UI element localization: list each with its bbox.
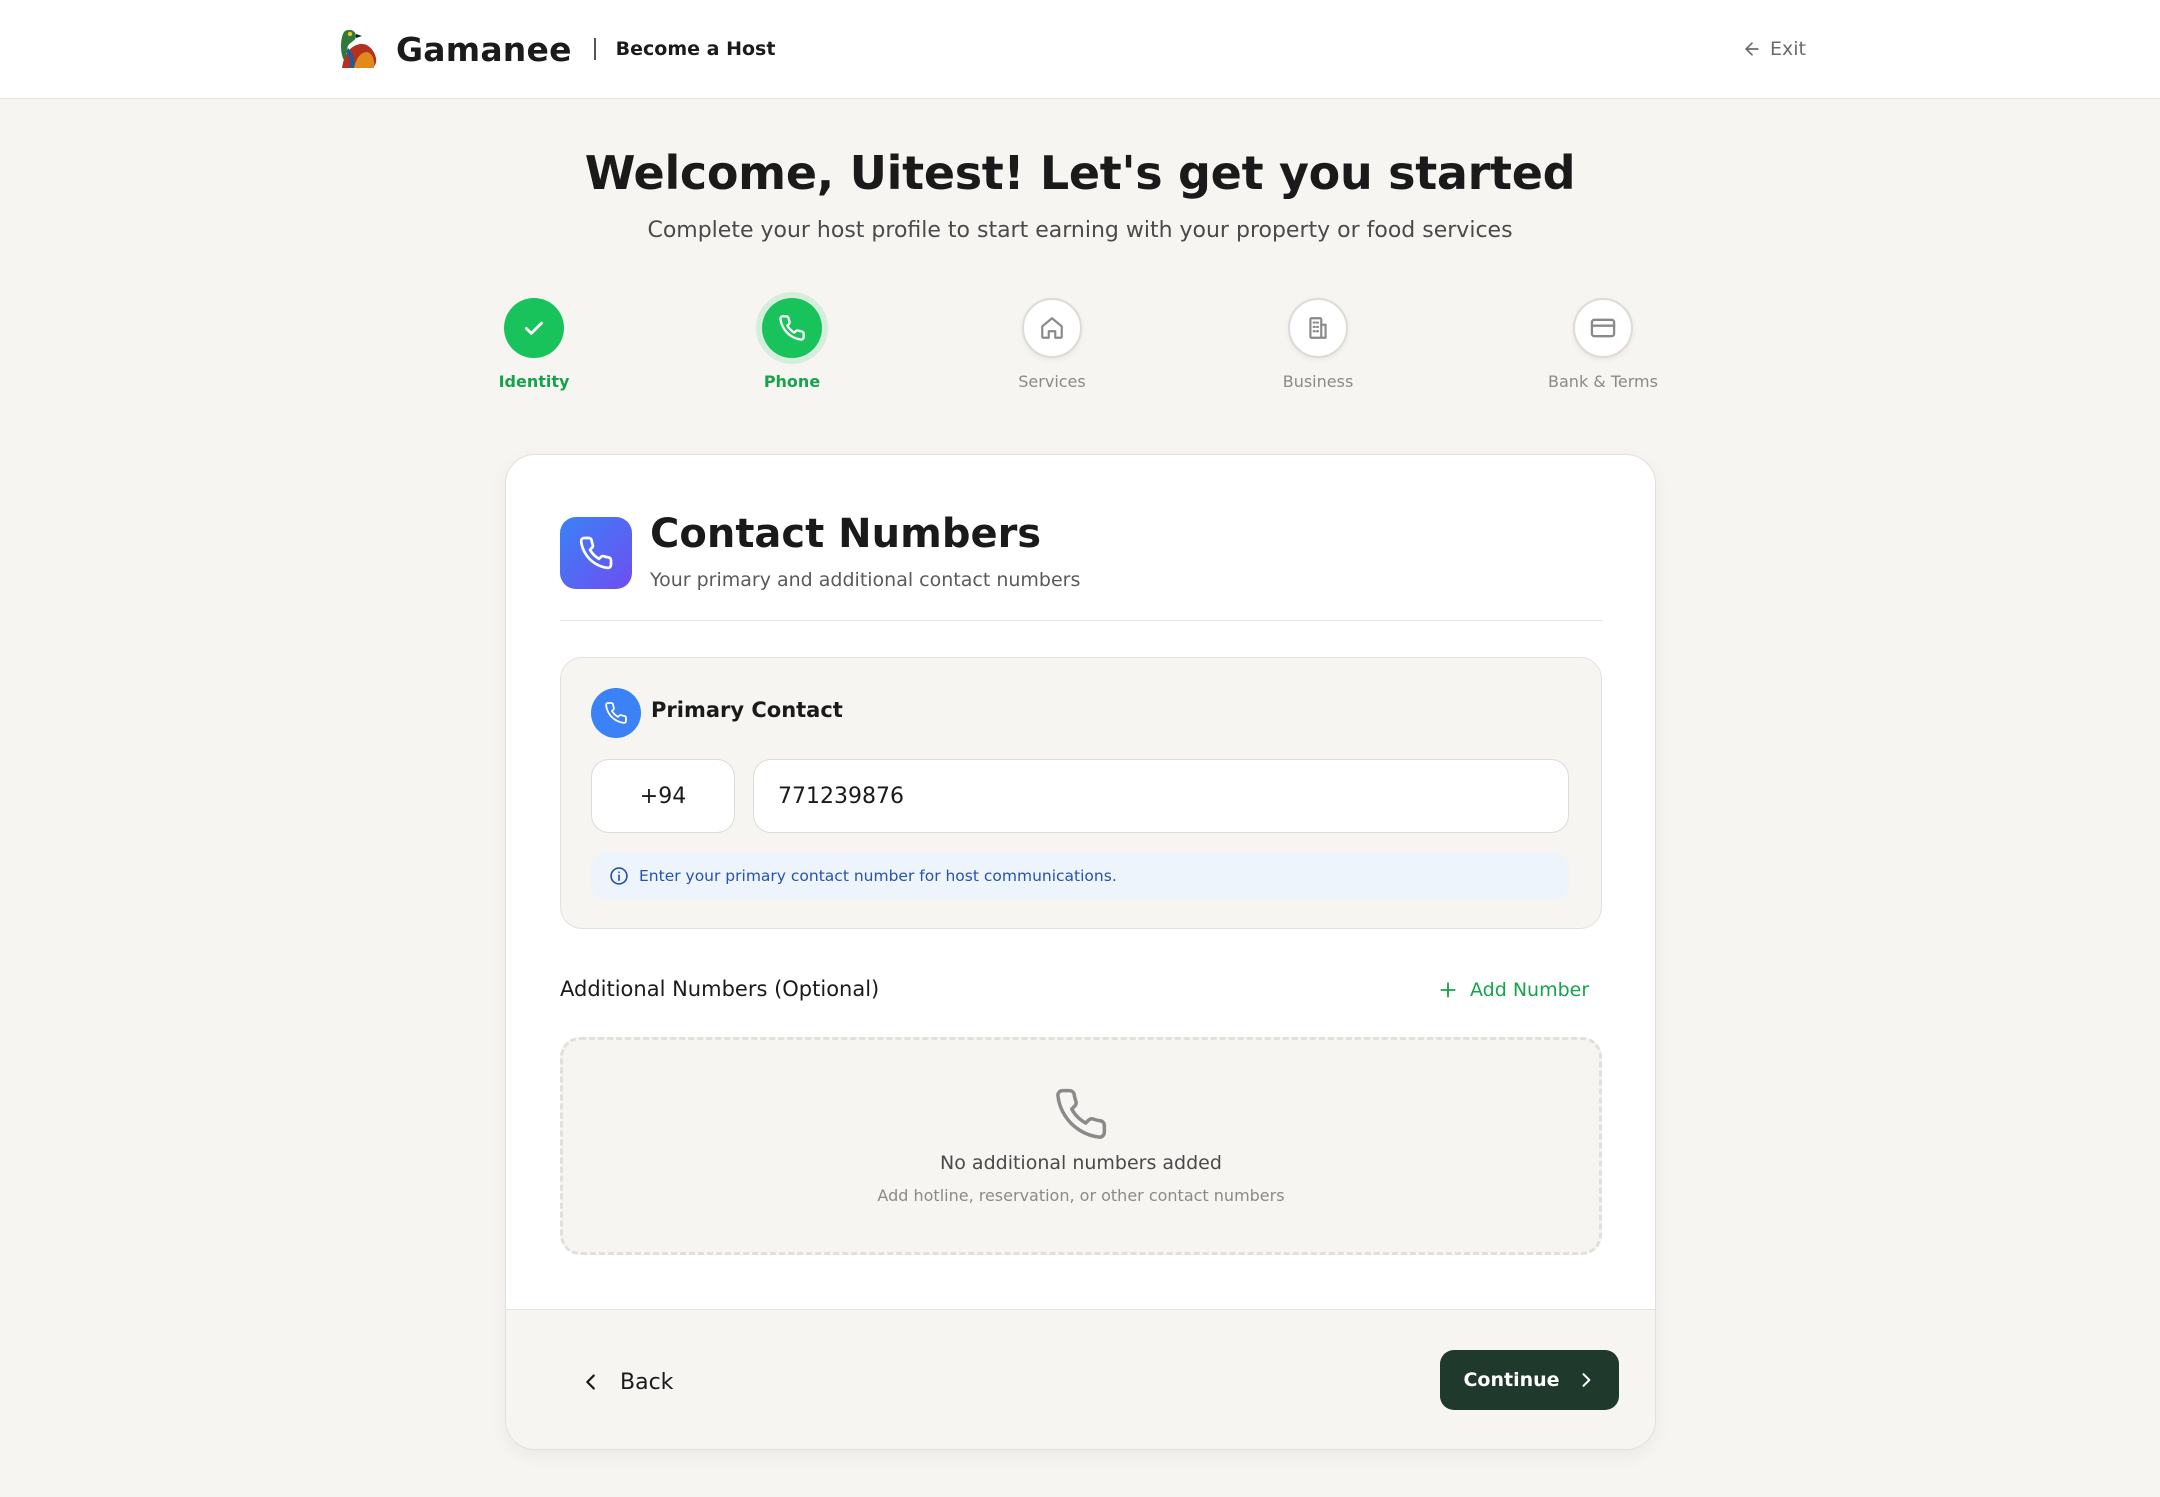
chevron-right-icon [1582,1373,1590,1387]
primary-phone-input[interactable] [753,759,1569,833]
page-title: Welcome, Uitest! Let's get you started [584,146,1576,200]
chevron-left-icon [586,1374,595,1390]
step-services-label: Services [1018,372,1086,391]
contact-numbers-card: Contact Numbers Your primary and additio… [505,454,1656,1450]
step-services-circle [1022,298,1082,358]
info-icon [610,867,628,885]
credit-card-icon [1590,318,1616,338]
gamanee-logo-icon [341,29,377,68]
empty-state-subtitle: Add hotline, reservation, or other conta… [877,1186,1285,1205]
back-button[interactable]: Back [580,1364,673,1400]
step-bank-terms-label: Bank & Terms [1548,372,1658,391]
building-icon [1309,317,1327,339]
step-bank-terms[interactable]: Bank & Terms [1513,298,1693,391]
exit-label: Exit [1770,38,1806,60]
continue-button[interactable]: Continue [1440,1350,1619,1410]
page-subtitle: Complete your host profile to start earn… [647,218,1513,243]
primary-contact-hint: Enter your primary contact number for ho… [591,853,1569,899]
add-number-button[interactable]: Add Number [1438,975,1589,1005]
exit-button[interactable]: Exit [1742,34,1806,64]
additional-numbers-label: Additional Numbers (Optional) [560,977,880,1001]
brand[interactable]: Gamanee Become a Host [334,24,775,74]
primary-contact-label: Primary Contact [651,698,843,722]
check-icon [525,321,543,335]
step-phone-label: Phone [763,372,821,391]
top-bar: Gamanee Become a Host Exit [0,0,2160,99]
home-icon [1041,317,1063,339]
card-header-icon [560,517,632,589]
additional-numbers-empty-state: No additional numbers added Add hotline,… [560,1037,1602,1255]
step-identity-label: Identity [498,372,570,391]
country-code-field[interactable]: +94 [591,759,735,833]
empty-state-title: No additional numbers added [940,1152,1222,1174]
phone-icon [779,315,805,341]
step-identity[interactable]: Identity [444,298,624,391]
step-phone[interactable]: Phone [702,298,882,391]
brand-subtitle: Become a Host [615,38,776,60]
phone-icon [579,536,613,570]
arrow-left-icon [1745,42,1759,56]
card-title: Contact Numbers [650,511,1042,557]
step-identity-circle [504,298,564,358]
card-subtitle: Your primary and additional contact numb… [650,569,1081,591]
step-phone-circle [762,298,822,358]
step-business-circle [1288,298,1348,358]
primary-contact-section: Primary Contact +94 Enter your primary c… [560,657,1602,929]
phone-icon [1056,1088,1107,1139]
continue-label: Continue [1463,1369,1560,1391]
step-business-label: Business [1282,372,1354,391]
step-business[interactable]: Business [1228,298,1408,391]
back-label: Back [620,1369,674,1395]
step-bank-terms-circle [1573,298,1633,358]
add-number-label: Add Number [1470,979,1590,1001]
plus-icon [1440,982,1456,998]
step-services[interactable]: Services [962,298,1142,391]
brand-separator [593,38,596,60]
primary-contact-icon [591,688,641,738]
phone-icon [605,702,627,724]
primary-contact-hint-text: Enter your primary contact number for ho… [639,867,1117,885]
card-divider [560,620,1602,621]
card-footer: Back Continue [506,1309,1655,1449]
brand-name: Gamanee [396,29,572,69]
